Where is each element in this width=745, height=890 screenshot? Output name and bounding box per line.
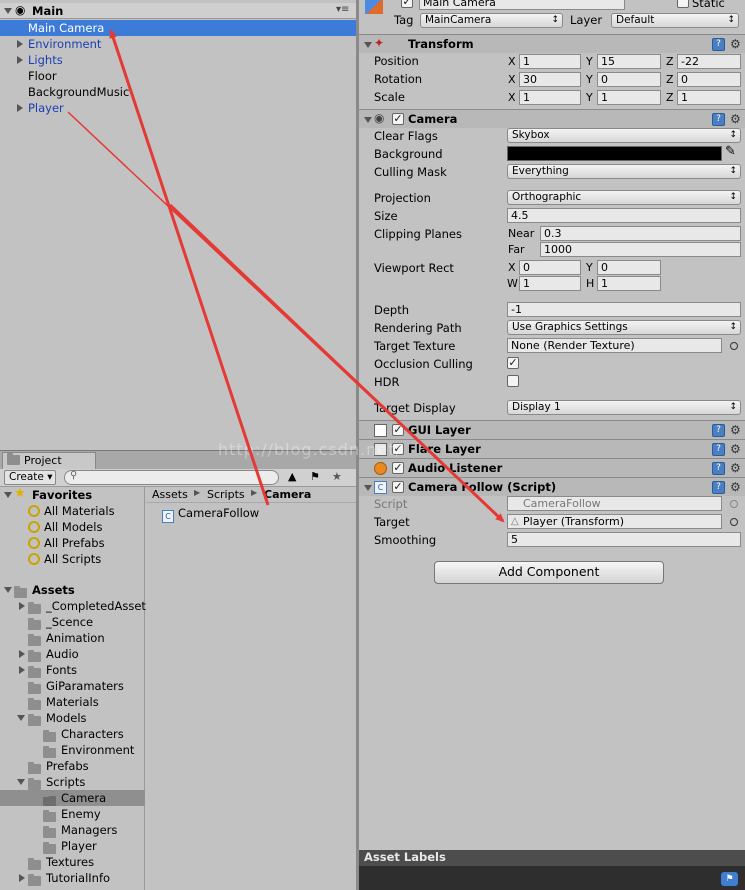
arrow-to-main-camera bbox=[109, 29, 270, 506]
annotation-arrows bbox=[67, 29, 505, 523]
